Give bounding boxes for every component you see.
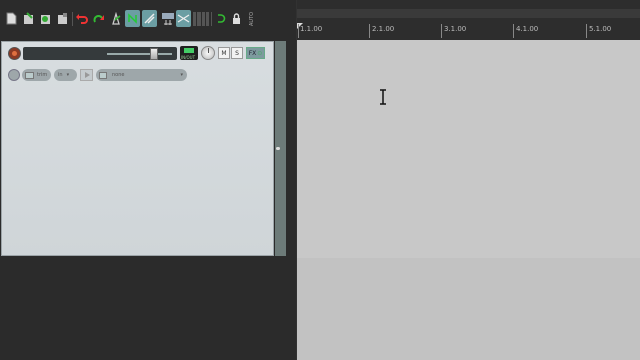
- scrollbar-grip[interactable]: [276, 147, 280, 150]
- loop-icon[interactable]: [213, 10, 228, 27]
- text-cursor-icon: [380, 89, 386, 105]
- ruler-region-lane[interactable]: [297, 9, 640, 18]
- ruler-tick: [298, 24, 299, 38]
- ruler-marker-4: 4.1.00: [516, 25, 539, 33]
- input-channel-label: in: [58, 72, 63, 78]
- ruler-marker-2: 2.1.00: [372, 25, 395, 33]
- ripple-edit-icon[interactable]: [142, 10, 157, 27]
- empty-arrange-area[interactable]: [297, 258, 640, 360]
- mixer-meter-icon[interactable]: [193, 12, 209, 26]
- io-routing-label: IN/OUT: [181, 55, 196, 60]
- ruler-marker-3: 3.1.00: [444, 25, 467, 33]
- ruler-tick: [441, 24, 442, 38]
- input-icon: [99, 71, 107, 79]
- trim-mode-label: trim: [37, 72, 48, 78]
- track-panel-area: IN/OUT M S FX ⊙ trim in ▾ none ▾: [0, 34, 296, 360]
- automation-icon: [25, 71, 34, 79]
- save-project-icon[interactable]: [38, 10, 53, 27]
- monitor-button[interactable]: [80, 69, 93, 81]
- fx-bypass-icon: ⊙: [257, 49, 263, 57]
- track-control-panel: IN/OUT M S FX ⊙ trim in ▾ none ▾: [1, 41, 274, 256]
- record-arm-button[interactable]: [8, 47, 21, 60]
- input-channel-select[interactable]: in ▾: [54, 69, 77, 81]
- pan-knob[interactable]: [201, 46, 215, 60]
- metronome-icon[interactable]: [108, 10, 123, 27]
- toolbar-separator: [72, 12, 73, 26]
- volume-fader-track[interactable]: [107, 53, 172, 55]
- track-panel-scrollbar[interactable]: [275, 41, 286, 256]
- grid-snap-icon[interactable]: [125, 10, 140, 27]
- ruler-tick: [586, 24, 587, 38]
- envelope-lock-icon[interactable]: [160, 10, 175, 27]
- new-project-icon[interactable]: [4, 10, 19, 27]
- open-project-icon[interactable]: [21, 10, 36, 27]
- undo-icon[interactable]: [74, 10, 89, 27]
- auto-crossfade-icon[interactable]: [176, 10, 191, 27]
- volume-fader-handle[interactable]: [150, 48, 158, 60]
- ruler-tick: [369, 24, 370, 38]
- toolbar-separator: [211, 12, 212, 26]
- lock-icon[interactable]: [229, 10, 244, 27]
- daw-window: AUTO IN/OUT M S FX ⊙ trim in ▾ none ▾ 1.…: [0, 0, 640, 360]
- solo-button[interactable]: S: [231, 47, 243, 59]
- envelope-button[interactable]: [8, 69, 20, 81]
- chevron-down-icon: ▾: [180, 72, 183, 78]
- track-lane[interactable]: [297, 40, 640, 258]
- record-input-label: none: [112, 72, 125, 78]
- io-routing-button[interactable]: IN/OUT: [180, 46, 198, 60]
- trim-mode-button[interactable]: trim: [22, 69, 51, 81]
- chevron-down-icon: ▾: [66, 72, 70, 78]
- timeline-ruler[interactable]: 1.1.00 2.1.00 3.1.00 4.1.00 5.1.00: [297, 0, 640, 40]
- ruler-tick: [513, 24, 514, 38]
- mute-button[interactable]: M: [218, 47, 230, 59]
- fx-button[interactable]: FX ⊙: [246, 47, 265, 59]
- project-settings-icon[interactable]: [55, 10, 70, 27]
- record-input-select[interactable]: none ▾: [96, 69, 187, 81]
- fx-label: FX: [248, 49, 257, 57]
- ruler-marker-5: 5.1.00: [589, 25, 612, 33]
- auto-label[interactable]: AUTO: [249, 9, 257, 29]
- redo-icon[interactable]: [91, 10, 106, 27]
- main-toolbar: AUTO: [0, 0, 296, 34]
- ruler-marker-1: 1.1.00: [300, 25, 323, 33]
